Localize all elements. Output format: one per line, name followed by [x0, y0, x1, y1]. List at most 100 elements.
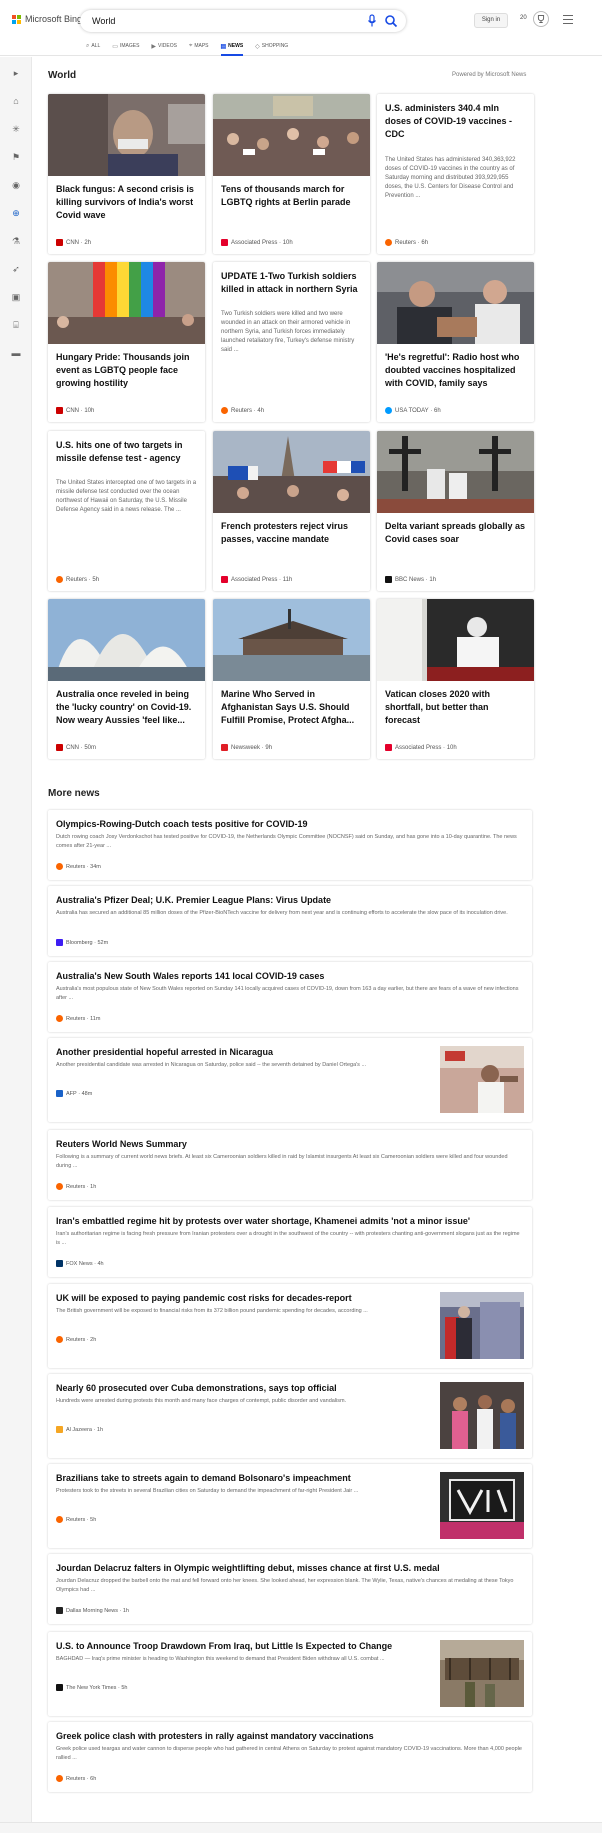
list-item[interactable]: Nearly 60 prosecuted over Cuba demonstra… — [48, 1374, 532, 1458]
card-provider[interactable]: CNN · 10h — [56, 407, 94, 414]
rewards-trophy-icon[interactable] — [533, 11, 549, 27]
location-icon[interactable]: ◉ — [10, 179, 22, 191]
item-provider[interactable]: The New York Times · 5h — [56, 1684, 127, 1691]
item-snippet: Protesters took to the streets in severa… — [56, 1488, 359, 1494]
item-provider[interactable]: FOX News · 4h — [56, 1260, 104, 1267]
card-provider[interactable]: Reuters · 6h — [385, 239, 428, 246]
item-thumbnail — [440, 1640, 524, 1707]
home-icon[interactable]: ⌂ — [10, 95, 22, 107]
news-card[interactable]: Delta variant spreads globally as Covid … — [377, 431, 534, 591]
coronavirus-icon[interactable]: ✳ — [10, 123, 22, 135]
item-snippet: Following is a summary of current world … — [56, 1154, 508, 1169]
news-card[interactable]: Tens of thousands march for LGBTQ rights… — [213, 94, 370, 254]
card-provider[interactable]: USA TODAY · 6h — [385, 407, 441, 414]
sign-in-button[interactable]: Sign in — [474, 13, 508, 28]
news-card[interactable]: Australia once reveled in being the 'luc… — [48, 599, 205, 759]
item-title: Iran's embattled regime hit by protests … — [56, 1216, 471, 1226]
rocket-icon[interactable]: ➶ — [10, 263, 22, 275]
news-card[interactable]: Hungary Pride: Thousands join event as L… — [48, 262, 205, 422]
provider-logo-icon — [56, 1516, 63, 1523]
tab-news[interactable]: ▤ NEWS — [220, 41, 243, 56]
card-provider[interactable]: Associated Press · 10h — [385, 744, 457, 751]
card-provider[interactable]: CNN · 50m — [56, 744, 96, 751]
provider-logo-icon — [385, 239, 392, 246]
news-card[interactable]: UPDATE 1-Two Turkish soldiers killed in … — [213, 262, 370, 422]
bing-logo[interactable]: Microsoft Bing — [12, 14, 82, 24]
provider-logo-icon — [56, 239, 63, 246]
item-snippet: Jourdan Delacruz dropped the barbell ont… — [56, 1578, 514, 1593]
tab-images[interactable]: ▭ IMAGES — [112, 41, 139, 51]
news-card[interactable]: Vatican closes 2020 with shortfall, but … — [377, 599, 534, 759]
business-icon[interactable]: ⌸ — [10, 319, 22, 331]
item-title: Another presidential hopeful arrested in… — [56, 1047, 274, 1057]
list-item[interactable]: Brazilians take to streets again to dema… — [48, 1464, 532, 1548]
menu-icon[interactable] — [563, 15, 573, 24]
entertainment-icon[interactable]: ▣ — [10, 291, 22, 303]
top-header: Microsoft Bing Sign in 20 ⌕ALL ▭IMAGES ▶… — [0, 0, 602, 56]
list-item[interactable]: Greek police clash with protesters in ra… — [48, 1722, 532, 1792]
item-snippet: Dutch rowing coach Josy Verdonkschot has… — [56, 834, 517, 849]
item-title: U.S. to Announce Troop Drawdown From Ira… — [56, 1641, 393, 1651]
article-image — [213, 599, 370, 681]
card-provider[interactable]: BBC News · 1h — [385, 576, 436, 583]
list-item[interactable]: Another presidential hopeful arrested in… — [48, 1038, 532, 1122]
item-provider[interactable]: AFP · 48m — [56, 1090, 92, 1097]
card-title: French protesters reject virus passes, v… — [221, 521, 349, 544]
expand-icon[interactable]: ▸ — [10, 67, 22, 79]
search-tabs: ⌕ ALL ▭ IMAGES ▶ VIDEOS ⌖ MAPS ▤ NEWS ◇ SHOPPI… — [86, 41, 300, 56]
news-card[interactable]: 'He's regretful': Radio host who doubted… — [377, 262, 534, 422]
provider-logo-icon — [385, 407, 392, 414]
item-title: Australia's Pfizer Deal; U.K. Premier Le… — [56, 895, 332, 905]
item-provider[interactable]: Reuters · 2h — [56, 1336, 96, 1343]
list-item[interactable]: Australia's Pfizer Deal; U.K. Premier Le… — [48, 886, 532, 956]
list-item[interactable]: U.S. to Announce Troop Drawdown From Ira… — [48, 1632, 532, 1716]
item-provider[interactable]: Dallas Morning News · 1h — [56, 1607, 129, 1614]
item-title: Olympics-Rowing-Dutch coach tests positi… — [56, 819, 308, 829]
provider-logo-icon — [56, 1090, 63, 1097]
list-item[interactable]: Australia's New South Wales reports 141 … — [48, 962, 532, 1032]
article-image — [377, 599, 534, 681]
money-icon[interactable]: ▬ — [10, 347, 22, 359]
news-card[interactable]: U.S. hits one of two targets in missile … — [48, 431, 205, 591]
card-provider[interactable]: Newsweek · 9h — [221, 744, 272, 751]
search-icon[interactable] — [384, 14, 398, 28]
list-item[interactable]: Iran's embattled regime hit by protests … — [48, 1207, 532, 1277]
science-icon[interactable]: ⚗ — [10, 235, 22, 247]
tab-shopping[interactable]: ◇ SHOPPING — [255, 41, 288, 51]
item-provider[interactable]: Reuters · 5h — [56, 1516, 96, 1523]
provider-logo-icon — [221, 407, 228, 414]
card-provider[interactable]: CNN · 2h — [56, 239, 91, 246]
item-provider[interactable]: Reuters · 6h — [56, 1775, 96, 1782]
card-provider[interactable]: Associated Press · 10h — [221, 239, 293, 246]
globe-icon[interactable]: ⊕ — [10, 207, 22, 219]
item-provider[interactable]: Bloomberg · 52m — [56, 939, 108, 946]
tab-all[interactable]: ⌕ ALL — [86, 41, 100, 51]
microphone-icon[interactable] — [366, 14, 378, 28]
search-input[interactable] — [92, 14, 332, 28]
card-provider[interactable]: Reuters · 4h — [221, 407, 264, 414]
news-card[interactable]: Marine Who Served in Afghanistan Says U.… — [213, 599, 370, 759]
item-title: Nearly 60 prosecuted over Cuba demonstra… — [56, 1383, 337, 1393]
tab-videos[interactable]: ▶ VIDEOS — [151, 41, 177, 51]
list-item[interactable]: Jourdan Delacruz falters in Olympic weig… — [48, 1554, 532, 1624]
card-provider[interactable]: Reuters · 5h — [56, 576, 99, 583]
list-item[interactable]: UK will be exposed to paying pandemic co… — [48, 1284, 532, 1368]
rewards-points[interactable]: 20 — [520, 15, 527, 21]
item-provider[interactable]: Reuters · 1h — [56, 1183, 96, 1190]
flag-icon[interactable]: ⚑ — [10, 151, 22, 163]
news-card[interactable]: French protesters reject virus passes, v… — [213, 431, 370, 591]
list-item[interactable]: Reuters World News Summary Following is … — [48, 1130, 532, 1200]
item-thumbnail — [440, 1382, 524, 1449]
provider-logo-icon — [56, 744, 63, 751]
item-provider[interactable]: Reuters · 34m — [56, 863, 101, 870]
card-provider[interactable]: Associated Press · 11h — [221, 576, 292, 583]
news-card[interactable]: Black fungus: A second crisis is killing… — [48, 94, 205, 254]
tab-maps[interactable]: ⌖ MAPS — [189, 41, 209, 51]
item-provider[interactable]: Reuters · 11m — [56, 1015, 100, 1022]
article-image — [48, 94, 205, 176]
list-item[interactable]: Olympics-Rowing-Dutch coach tests positi… — [48, 810, 532, 880]
item-provider[interactable]: Al Jazeera · 1h — [56, 1426, 103, 1433]
provider-logo-icon — [56, 1775, 63, 1782]
news-card[interactable]: U.S. administers 340.4 mln doses of COVI… — [377, 94, 534, 254]
provider-logo-icon — [385, 744, 392, 751]
